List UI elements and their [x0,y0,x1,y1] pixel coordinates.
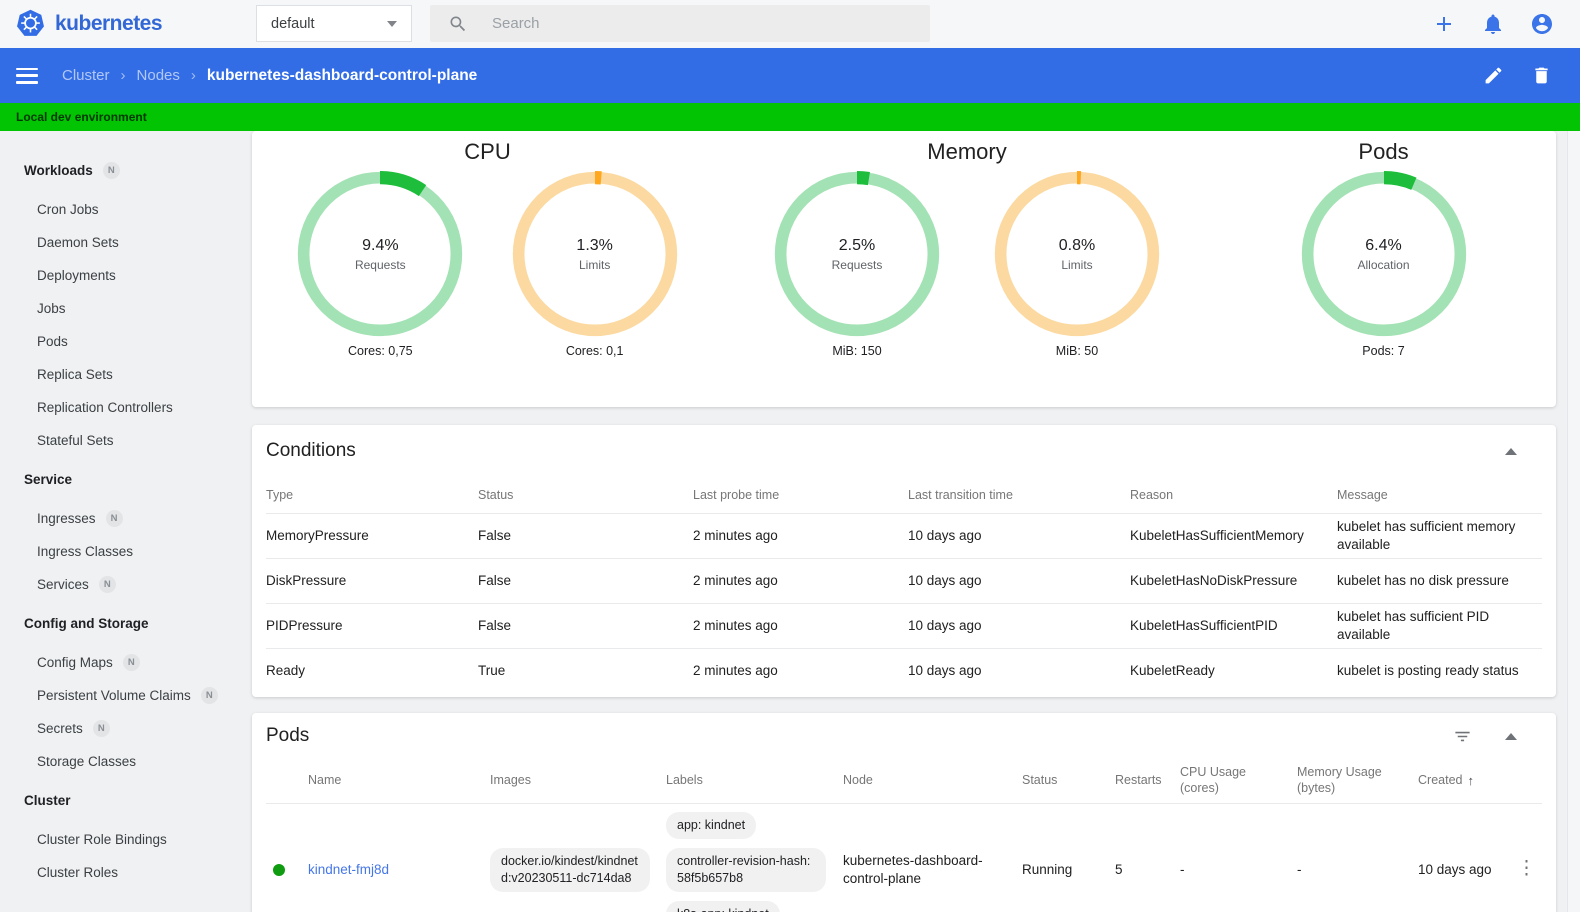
kubernetes-logo[interactable]: kubernetes [16,9,163,38]
breadcrumb-bar: Cluster › Nodes › kubernetes-dashboard-c… [0,48,1580,103]
sidebar-section-cluster: Cluster [24,793,71,808]
chevron-down-icon [387,20,397,27]
conditions-card: Conditions Type Status Last probe time Las… [252,425,1556,697]
memory-chart-title: Memory [927,139,1007,164]
sidebar-item-pods[interactable]: Pods [0,325,248,358]
environment-banner: Local dev environment [0,103,1580,131]
namespace-value: default [271,15,315,32]
cpu-chart-title: CPU [464,139,511,164]
table-row: PIDPressure False 2 minutes ago 10 days ag… [266,603,1542,648]
namespace-selector[interactable]: default [256,5,412,42]
sidebar-item-secrets[interactable]: Secrets N [0,712,248,745]
sidebar-item-ingress-classes[interactable]: Ingress Classes [0,535,248,568]
row-actions-kebab-icon[interactable]: ⋮ [1517,857,1536,882]
cpu-chart-group: CPU 9.4% Requests Cores: 0,75 1.3% Limit… [252,139,723,407]
notifications-bell-icon[interactable] [1481,12,1505,36]
search-bar [430,5,930,42]
sidebar-item-cron-jobs[interactable]: Cron Jobs [0,193,248,226]
label-chip: k8s-app: kindnet [666,900,780,912]
sidebar-item-daemon-sets[interactable]: Daemon Sets [0,226,248,259]
table-row: DiskPressure False 2 minutes ago 10 days a… [266,558,1542,603]
table-row[interactable]: kindnet-fmj8d docker.io/kindest/kindnetd… [266,803,1542,912]
sidebar-item-cluster-role-bindings[interactable]: Cluster Role Bindings [0,823,248,856]
pods-chart-group: Pods 6.4% Allocation Pods: 7 [1211,139,1556,407]
label-chip: controller-revision-hash: 58f5b657b8 [666,847,826,892]
top-app-bar: kubernetes default [0,0,1580,48]
sidebar-item-replica-sets[interactable]: Replica Sets [0,358,248,391]
pod-created: 10 days ago [1418,861,1492,877]
pods-card: Pods Name Images Labels Node Status Rest… [252,713,1556,912]
pod-name-link[interactable]: kindnet-fmj8d [308,861,389,879]
label-chip: app: kindnet [666,812,757,839]
image-chip: docker.io/kindest/kindnetd:v20230511-dc7… [490,847,650,892]
user-avatar-icon[interactable] [1530,12,1554,36]
cpu-limits-donut: 1.3% Limits Cores: 0,1 [509,171,681,407]
table-row: MemoryPressure False 2 minutes ago 10 days… [266,513,1542,558]
collapse-section-icon[interactable] [1505,732,1517,740]
memory-requests-donut: 2.5% Requests MiB: 150 [771,171,943,407]
sidebar-item-ingresses[interactable]: Ingresses N [0,502,248,535]
collapse-section-icon[interactable] [1505,447,1517,455]
memory-chart-group: Memory 2.5% Requests MiB: 150 0.8% Limit… [723,139,1211,407]
namespaced-badge: N [98,576,116,593]
filter-list-icon[interactable] [1453,727,1472,746]
namespaced-badge: N [102,162,120,179]
namespaced-badge: N [92,720,110,737]
pod-cpu-usage: - [1180,861,1185,877]
sidebar-section-workloads: Workloads N [0,154,248,187]
edit-pencil-icon[interactable] [1483,65,1504,86]
brand-title: kubernetes [55,11,163,35]
page-title: kubernetes-dashboard-control-plane [206,66,478,84]
menu-hamburger-icon[interactable] [16,67,38,84]
table-row: Ready True 2 minutes ago 10 days ago Kubel… [266,648,1542,693]
cpu-requests-donut: 9.4% Requests Cores: 0,75 [294,171,466,407]
search-input[interactable] [492,15,872,32]
pods-allocation-donut: 6.4% Allocation Pods: 7 [1298,171,1470,407]
kubernetes-helm-icon [17,9,44,36]
sidebar-section-config-storage: Config and Storage [24,616,149,631]
chevron-right-icon: › [190,67,196,84]
breadcrumb: Cluster › Nodes › kubernetes-dashboard-c… [62,67,477,85]
breadcrumb-cluster[interactable]: Cluster [62,67,110,84]
status-column-header [266,759,308,803]
sidebar-item-stateful-sets[interactable]: Stateful Sets [0,424,248,457]
allocation-charts-card: CPU 9.4% Requests Cores: 0,75 1.3% Limit… [252,131,1556,407]
pod-memory-usage: - [1297,861,1302,877]
pods-table-header: Name Images Labels Node Status Restarts … [266,759,1542,803]
sidebar-item-cluster-roles[interactable]: Cluster Roles [0,856,248,889]
sidebar-item-replication-controllers[interactable]: Replication Controllers [0,391,248,424]
pods-chart-title: Pods [1358,139,1409,164]
scrollbar[interactable] [1567,131,1580,912]
sidebar-section-service: Service [24,472,73,487]
content-area: CPU 9.4% Requests Cores: 0,75 1.3% Limit… [248,131,1580,912]
namespaced-badge: N [105,510,123,527]
conditions-table-header: Type Status Last probe time Last transitio… [266,488,1388,502]
conditions-title: Conditions [266,440,356,461]
pod-restarts: 5 [1115,861,1123,877]
breadcrumb-nodes[interactable]: Nodes [137,67,180,84]
sidebar-item-deployments[interactable]: Deployments [0,259,248,292]
search-icon [450,16,466,31]
namespaced-badge: N [122,654,140,671]
chevron-right-icon: › [120,67,126,84]
sort-ascending-icon: ↑ [1467,772,1474,788]
delete-trash-icon[interactable] [1531,65,1552,86]
pods-title: Pods [266,725,310,746]
pod-node: kubernetes-dashboard-control-plane [843,853,983,886]
sidebar-item-storage-classes[interactable]: Storage Classes [0,745,248,778]
sidebar-item-services[interactable]: Services N [0,568,248,601]
sidebar-item-persistent-volume-claims[interactable]: Persistent Volume Claims N [0,679,248,712]
sidebar-nav: Workloads N Cron Jobs Daemon Sets Deploy… [0,131,248,912]
add-resource-icon[interactable] [1432,12,1456,36]
sidebar-item-config-maps[interactable]: Config Maps N [0,646,248,679]
namespaced-badge: N [200,687,218,704]
pod-status-dot [273,863,285,876]
memory-limits-donut: 0.8% Limits MiB: 50 [991,171,1163,407]
pod-status: Running [1022,861,1073,877]
sidebar-item-jobs[interactable]: Jobs [0,292,248,325]
